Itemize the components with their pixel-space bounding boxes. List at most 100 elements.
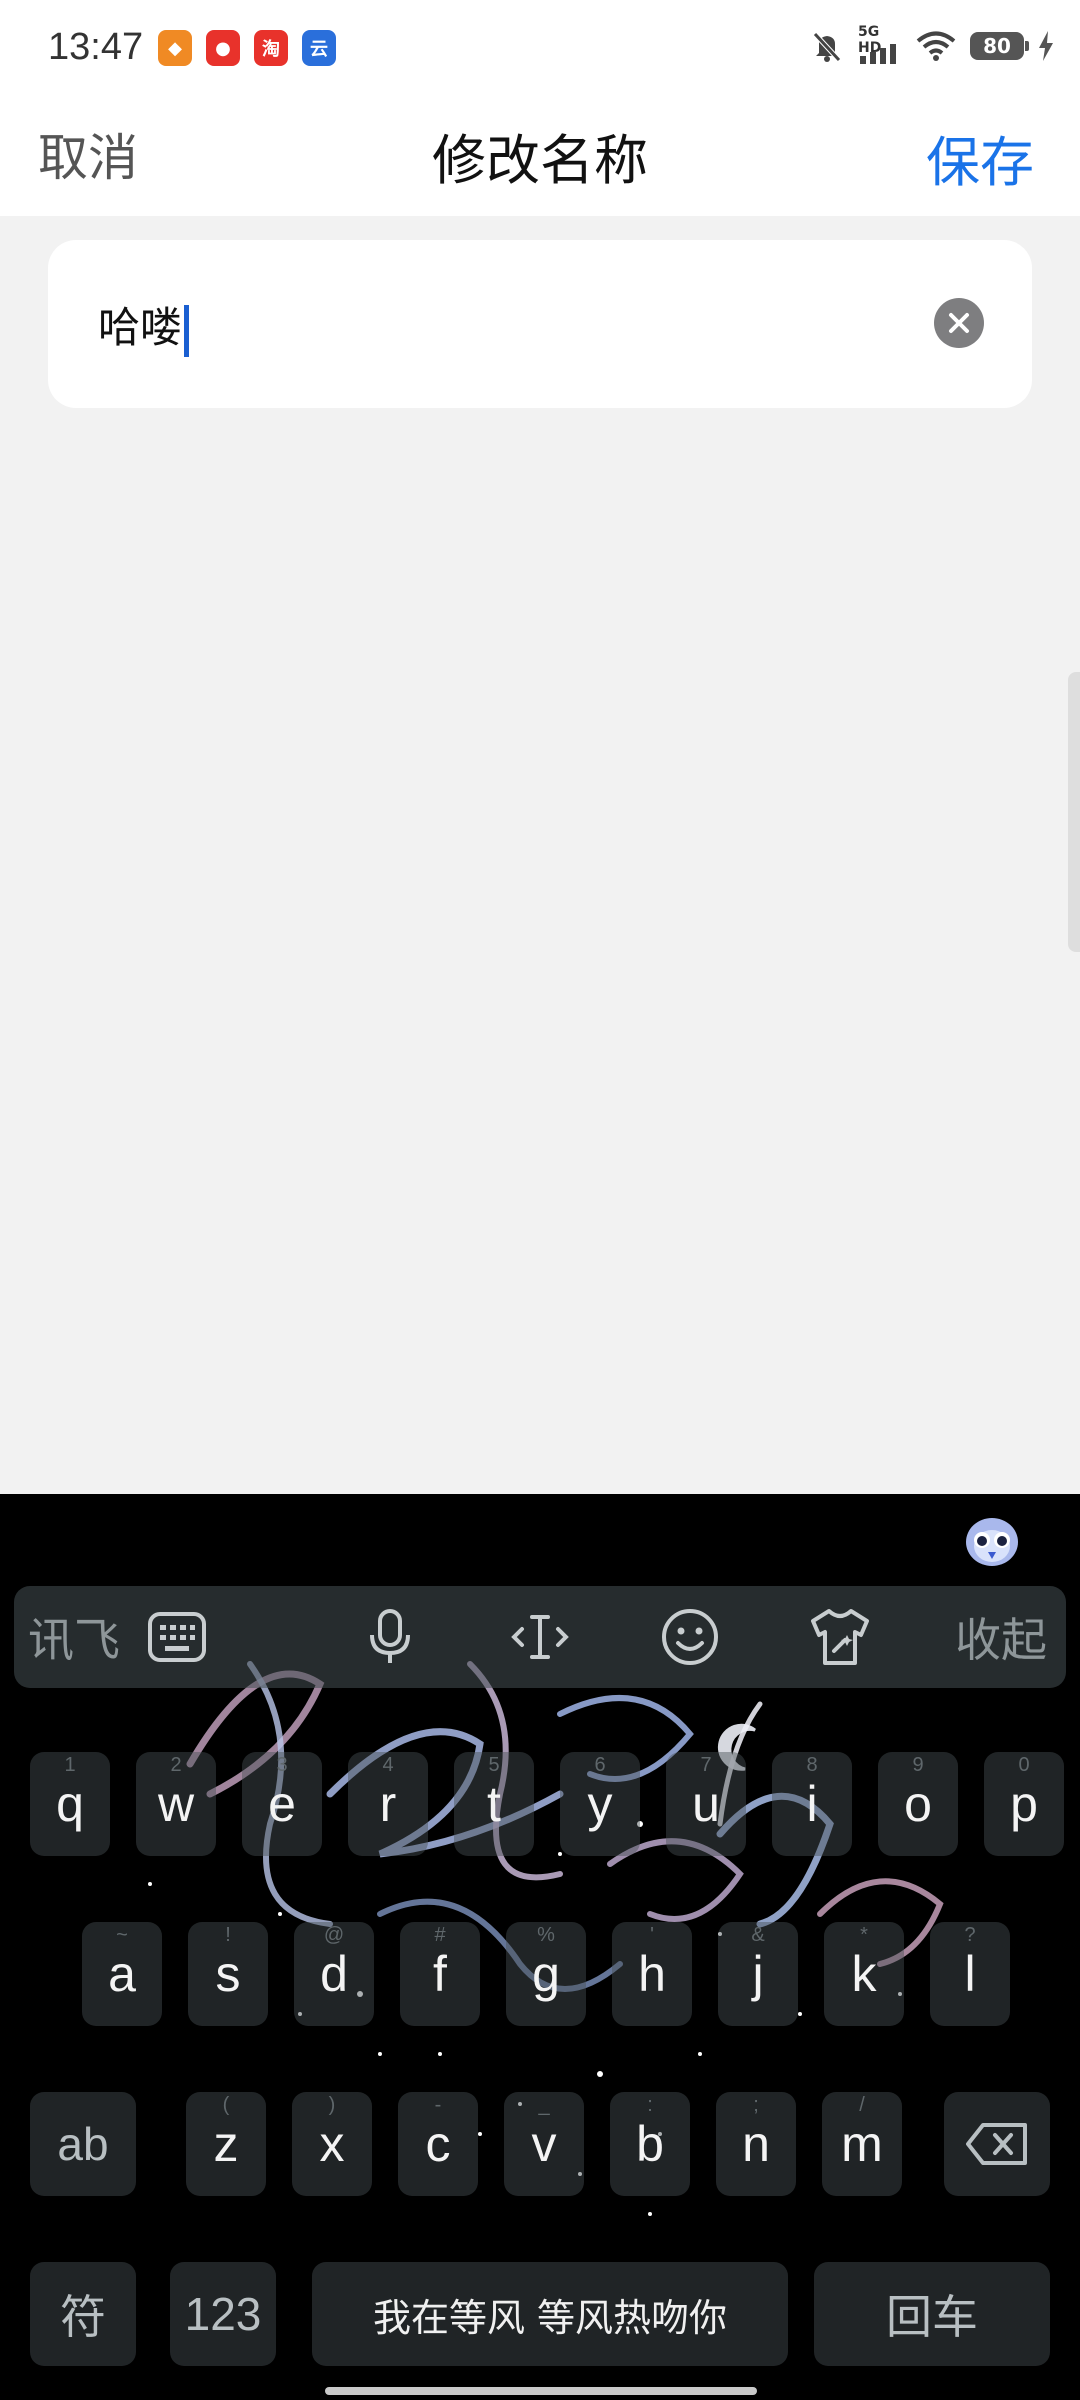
key-y[interactable]: 6y (560, 1752, 640, 1856)
smiley-icon (662, 1609, 718, 1665)
key-q[interactable]: 1q (30, 1752, 110, 1856)
key-label: z (213, 2116, 239, 2172)
key-label: m (841, 2116, 883, 2172)
cursor-move-button[interactable] (490, 1586, 590, 1688)
key-label: c (425, 2116, 451, 2172)
key-w[interactable]: 2w (136, 1752, 216, 1856)
key-label: y (587, 1776, 613, 1832)
key-hint: _ (538, 2094, 550, 2116)
keyboard-toolbar: 讯飞 收起 (14, 1586, 1066, 1688)
cancel-button[interactable]: 取消 (38, 118, 138, 190)
key-n[interactable]: ; n (716, 2092, 796, 2196)
key-label: l (964, 1946, 976, 2002)
key-t[interactable]: 5t (454, 1752, 534, 1856)
number-key[interactable]: 123 (170, 2262, 276, 2366)
app-2-icon: ● (206, 30, 240, 66)
key-o[interactable]: 9o (878, 1752, 958, 1856)
key-d[interactable]: @ d (294, 1922, 374, 2026)
key-a[interactable]: ~ a (82, 1922, 162, 2026)
title-bar: 取消 修改名称 保存 (0, 100, 1080, 216)
key-k[interactable]: * k (824, 1922, 904, 2026)
key-hint: 6 (594, 1754, 606, 1776)
key-s[interactable]: ! s (188, 1922, 268, 2026)
symbol-key[interactable]: 符 (30, 2262, 136, 2366)
key-hint: 7 (700, 1754, 712, 1776)
key-label: s (215, 1946, 241, 2002)
clear-input-button[interactable] (934, 298, 984, 348)
text-cursor (184, 304, 190, 357)
app-1-icon: ◆ (158, 30, 192, 66)
key-u[interactable]: 7u (666, 1752, 746, 1856)
key-f[interactable]: # f (400, 1922, 480, 2026)
space-key[interactable]: 我在等风 等风热吻你 (312, 2262, 788, 2366)
key-hint: / (859, 2094, 865, 2116)
text-cursor-icon (511, 1615, 569, 1659)
backspace-key[interactable] (944, 2092, 1050, 2196)
key-label: w (157, 1776, 195, 1832)
page-title: 修改名称 (432, 129, 648, 192)
key-label: v (531, 2116, 557, 2172)
key-z[interactable]: (z (186, 2092, 266, 2196)
key-e[interactable]: 3e (242, 1752, 322, 1856)
emoji-button[interactable] (640, 1586, 740, 1688)
key-b[interactable]: :b (610, 2092, 690, 2196)
key-hint: ~ (116, 1924, 128, 1946)
key-label: x (319, 2116, 345, 2172)
key-m[interactable]: / m (822, 2092, 902, 2196)
key-x[interactable]: ) x (292, 2092, 372, 2196)
ime-keyboard: 讯飞 收起 1 q 2 w 3 e 4 r 5 t 6 y 7 u 8 i 9 … (0, 1494, 1080, 2400)
key-h[interactable]: ' h (612, 1922, 692, 2026)
key-label: t (487, 1776, 501, 1832)
status-time: 13:47 (48, 26, 144, 68)
name-input[interactable]: 哈喽 (98, 294, 190, 357)
key-hint: ! (225, 1924, 231, 1946)
status-indicators: 5G HD 80 (810, 24, 1054, 64)
key-label: d (320, 1946, 348, 2002)
tshirt-icon (811, 1609, 869, 1665)
key-hint: 3 (276, 1754, 288, 1776)
key-c[interactable]: -c (398, 2092, 478, 2196)
key-hint: ? (964, 1924, 976, 1946)
key-hint: 4 (382, 1754, 394, 1776)
enter-key[interactable]: 回车 (814, 2262, 1050, 2366)
close-icon (949, 313, 969, 333)
skin-button[interactable] (790, 1586, 890, 1688)
key-p[interactable]: 0p (984, 1752, 1064, 1856)
key-l[interactable]: ? l (930, 1922, 1010, 2026)
battery-indicator: 80 (970, 32, 1029, 60)
key-hint: : (647, 2094, 653, 2116)
key-label: r (379, 1776, 397, 1832)
key-hint: 2 (170, 1754, 182, 1776)
collapse-keyboard-button[interactable]: 收起 (936, 1586, 1066, 1688)
key-hint: % (537, 1924, 555, 1946)
key-hint: # (434, 1924, 446, 1946)
key-r[interactable]: 4r (348, 1752, 428, 1856)
voice-input-button[interactable] (340, 1586, 440, 1688)
signal-indicator: 5G HD (858, 24, 902, 64)
bell-muted-icon (813, 32, 841, 62)
wifi-icon (916, 31, 956, 61)
keyboard-switch-button[interactable] (127, 1586, 227, 1688)
charging-icon (1039, 31, 1053, 61)
key-label: n (742, 2116, 770, 2172)
notification-app-icons: ◆ ● 淘云 (158, 30, 336, 66)
key-label: u (692, 1776, 720, 1832)
home-indicator[interactable] (325, 2387, 757, 2395)
key-i[interactable]: 8i (772, 1752, 852, 1856)
backspace-icon (966, 2123, 1027, 2165)
key-g[interactable]: % g (506, 1922, 586, 2026)
key-v[interactable]: _ v (504, 2092, 584, 2196)
key-j[interactable]: & j (718, 1922, 798, 2026)
key-hint: ( (222, 2094, 230, 2116)
taobao-icon: 淘 (254, 30, 288, 66)
shift-key[interactable]: ab (30, 2092, 136, 2196)
key-label: h (638, 1946, 666, 2002)
ime-brand-button[interactable]: 讯飞 (14, 1586, 134, 1688)
key-label: k (851, 1946, 877, 2002)
key-label: p (1010, 1776, 1038, 1832)
key-label: f (433, 1946, 447, 2002)
name-input-card: 哈喽 (48, 240, 1032, 408)
save-button[interactable]: 保存 (926, 118, 1034, 197)
edge-scroll-handle[interactable] (1068, 672, 1080, 952)
ime-mascot-icon[interactable] (962, 1512, 1022, 1568)
